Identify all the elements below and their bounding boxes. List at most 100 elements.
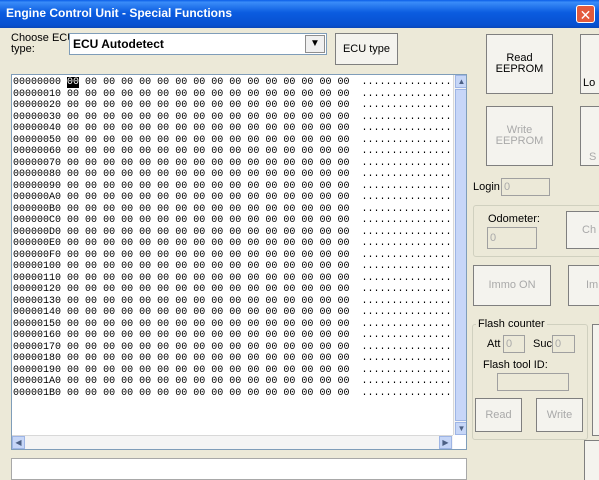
- hex-byte[interactable]: 00: [175, 376, 187, 387]
- hex-byte[interactable]: 00: [229, 89, 241, 100]
- hex-byte[interactable]: 00: [193, 319, 205, 330]
- hex-byte[interactable]: 00: [175, 284, 187, 295]
- hex-row[interactable]: 00000070 00 00 00 00 00 00 00 00 00 00 0…: [13, 158, 458, 170]
- hex-byte[interactable]: 00: [157, 181, 169, 192]
- hex-byte[interactable]: 00: [85, 388, 97, 399]
- hex-byte[interactable]: 00: [121, 342, 133, 353]
- hex-byte[interactable]: 00: [283, 296, 295, 307]
- hex-byte[interactable]: 00: [337, 112, 349, 123]
- hex-byte[interactable]: 00: [337, 77, 349, 88]
- hex-byte[interactable]: 00: [85, 365, 97, 376]
- hex-byte[interactable]: 00: [283, 376, 295, 387]
- hex-byte[interactable]: 00: [175, 169, 187, 180]
- hex-byte[interactable]: 00: [121, 261, 133, 272]
- hex-byte[interactable]: 00: [247, 146, 259, 157]
- hex-byte[interactable]: 00: [247, 296, 259, 307]
- hex-byte[interactable]: 00: [157, 158, 169, 169]
- hex-byte[interactable]: 00: [337, 365, 349, 376]
- hex-byte[interactable]: 00: [103, 227, 115, 238]
- hex-byte[interactable]: 00: [67, 227, 79, 238]
- hex-byte[interactable]: 00: [319, 181, 331, 192]
- hex-byte[interactable]: 00: [265, 273, 277, 284]
- hex-byte[interactable]: 00: [85, 192, 97, 203]
- hex-byte[interactable]: 00: [121, 307, 133, 318]
- hex-byte[interactable]: 00: [157, 89, 169, 100]
- hex-byte[interactable]: 00: [193, 215, 205, 226]
- hex-byte[interactable]: 00: [139, 342, 151, 353]
- hex-byte[interactable]: 00: [265, 307, 277, 318]
- hex-byte[interactable]: 00: [103, 135, 115, 146]
- hex-byte[interactable]: 00: [85, 284, 97, 295]
- hex-byte[interactable]: 00: [139, 250, 151, 261]
- hex-byte[interactable]: 00: [85, 342, 97, 353]
- hex-byte[interactable]: 00: [103, 330, 115, 341]
- hex-byte[interactable]: 00: [265, 227, 277, 238]
- hex-byte[interactable]: 00: [265, 342, 277, 353]
- hex-byte[interactable]: 00: [301, 296, 313, 307]
- hex-byte[interactable]: 00: [175, 158, 187, 169]
- hex-byte[interactable]: 00: [337, 261, 349, 272]
- hex-byte[interactable]: 00: [265, 77, 277, 88]
- hex-byte[interactable]: 00: [157, 319, 169, 330]
- hex-byte[interactable]: 00: [193, 123, 205, 134]
- hex-byte[interactable]: 00: [103, 307, 115, 318]
- hex-byte[interactable]: 00: [265, 238, 277, 249]
- hex-byte[interactable]: 00: [337, 376, 349, 387]
- hex-byte[interactable]: 00: [139, 330, 151, 341]
- hex-byte[interactable]: 00: [337, 135, 349, 146]
- hex-byte[interactable]: 00: [319, 376, 331, 387]
- hex-byte[interactable]: 00: [265, 319, 277, 330]
- hex-byte[interactable]: 00: [193, 342, 205, 353]
- hex-byte[interactable]: 00: [103, 296, 115, 307]
- hex-row[interactable]: 000000D0 00 00 00 00 00 00 00 00 00 00 0…: [13, 227, 458, 239]
- read-eeprom-button[interactable]: Read EEPROM: [486, 34, 553, 94]
- hex-byte[interactable]: 00: [283, 215, 295, 226]
- hex-byte[interactable]: 00: [301, 250, 313, 261]
- hex-row[interactable]: 00000060 00 00 00 00 00 00 00 00 00 00 0…: [13, 146, 458, 158]
- hex-byte[interactable]: 00: [103, 112, 115, 123]
- hex-byte[interactable]: 00: [67, 77, 80, 88]
- hex-byte[interactable]: 00: [247, 319, 259, 330]
- hex-byte[interactable]: 00: [337, 204, 349, 215]
- hex-byte[interactable]: 00: [265, 261, 277, 272]
- hex-byte[interactable]: 00: [247, 227, 259, 238]
- hex-byte[interactable]: 00: [283, 388, 295, 399]
- hex-byte[interactable]: 00: [157, 112, 169, 123]
- hex-byte[interactable]: 00: [229, 146, 241, 157]
- hex-row[interactable]: 00000140 00 00 00 00 00 00 00 00 00 00 0…: [13, 307, 458, 319]
- odometer-field[interactable]: 0: [487, 227, 537, 249]
- hex-byte[interactable]: 00: [67, 146, 79, 157]
- hex-byte[interactable]: 00: [67, 112, 79, 123]
- scroll-up-icon[interactable]: ▲: [455, 75, 466, 88]
- hex-byte[interactable]: 00: [229, 215, 241, 226]
- hex-byte[interactable]: 00: [283, 77, 295, 88]
- hex-byte[interactable]: 00: [175, 89, 187, 100]
- hex-byte[interactable]: 00: [193, 238, 205, 249]
- hex-byte[interactable]: 00: [247, 77, 259, 88]
- hex-row[interactable]: 00000180 00 00 00 00 00 00 00 00 00 00 0…: [13, 353, 458, 365]
- hex-byte[interactable]: 00: [337, 181, 349, 192]
- hex-byte[interactable]: 00: [139, 215, 151, 226]
- hex-row[interactable]: 000000A0 00 00 00 00 00 00 00 00 00 00 0…: [13, 192, 458, 204]
- hex-byte[interactable]: 00: [121, 353, 133, 364]
- hex-byte[interactable]: 00: [211, 261, 223, 272]
- hex-byte[interactable]: 00: [157, 100, 169, 111]
- hex-byte[interactable]: 00: [337, 388, 349, 399]
- hex-byte[interactable]: 00: [283, 238, 295, 249]
- hex-byte[interactable]: 00: [67, 192, 79, 203]
- hex-editor[interactable]: 00 00 00 00 00 00 00 00 00 00 00 00 00 00 0…: [11, 74, 467, 450]
- hex-byte[interactable]: 00: [121, 146, 133, 157]
- hex-byte[interactable]: 00: [229, 388, 241, 399]
- hex-byte[interactable]: 00: [247, 89, 259, 100]
- hex-byte[interactable]: 00: [121, 330, 133, 341]
- scroll-down-icon[interactable]: ▼: [455, 422, 466, 435]
- hex-row[interactable]: 00000000 00 00 00 00 00 00 00 00 00 00 0…: [13, 77, 458, 89]
- hex-byte[interactable]: 00: [121, 169, 133, 180]
- hex-byte[interactable]: 00: [283, 123, 295, 134]
- hex-byte[interactable]: 00: [121, 112, 133, 123]
- hex-byte[interactable]: 00: [121, 181, 133, 192]
- hex-byte[interactable]: 00: [301, 284, 313, 295]
- hex-byte[interactable]: 00: [193, 284, 205, 295]
- hex-byte[interactable]: 00: [85, 273, 97, 284]
- hex-byte[interactable]: 00: [301, 388, 313, 399]
